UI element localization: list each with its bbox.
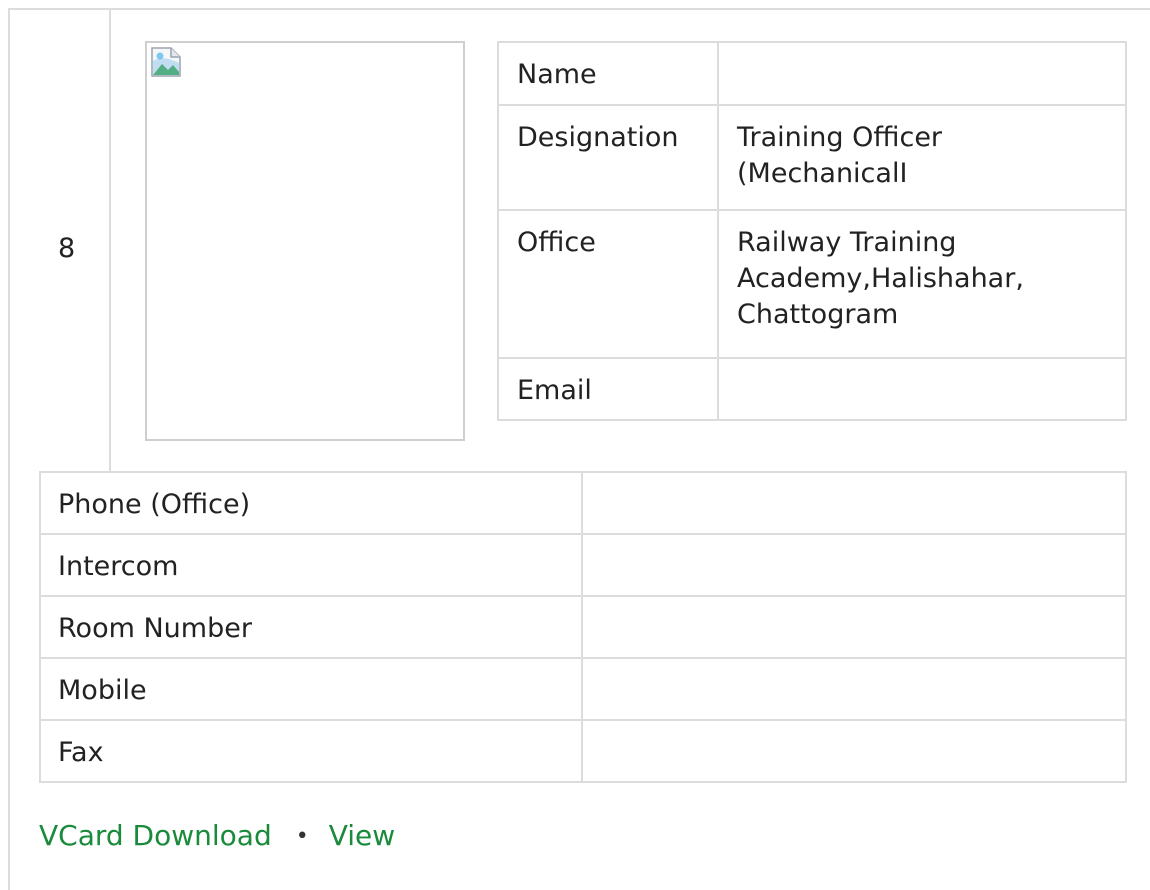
view-link[interactable]: View <box>329 819 395 852</box>
contact-table: Phone (Office) Intercom Room Number Mobi… <box>39 471 1127 783</box>
table-row: Mobile <box>39 657 1127 721</box>
profile-photo <box>145 41 465 441</box>
mobile-value <box>581 657 1127 721</box>
vcard-download-link[interactable]: VCard Download <box>39 819 272 852</box>
intercom-label: Intercom <box>39 533 583 597</box>
phone-office-value <box>581 471 1127 535</box>
phone-office-label: Phone (Office) <box>39 471 583 535</box>
link-separator: • <box>295 824 309 849</box>
table-row: Office Railway Training Academy,Halishah… <box>497 209 1127 359</box>
broken-image-icon <box>151 47 181 77</box>
name-value <box>717 41 1127 106</box>
office-label: Office <box>497 209 719 359</box>
table-row: Phone (Office) <box>39 471 1127 535</box>
index-cell: 8 <box>8 8 111 471</box>
room-number-label: Room Number <box>39 595 583 659</box>
footer-links: VCard Download • View <box>39 816 395 857</box>
record-index: 8 <box>58 233 76 264</box>
designation-value: Training Officer (MechanicalI <box>717 104 1127 211</box>
table-row: Intercom <box>39 533 1127 597</box>
table-row: Room Number <box>39 595 1127 659</box>
table-row: Email <box>497 357 1127 421</box>
fax-label: Fax <box>39 719 583 783</box>
room-number-value <box>581 595 1127 659</box>
table-row: Name <box>497 41 1127 106</box>
office-value: Railway Training Academy,Halishahar, Cha… <box>717 209 1127 359</box>
name-label: Name <box>497 41 719 106</box>
table-row: Fax <box>39 719 1127 783</box>
info-table: Name Designation Training Officer (Mecha… <box>497 41 1127 421</box>
fax-value <box>581 719 1127 783</box>
mobile-label: Mobile <box>39 657 583 721</box>
designation-label: Designation <box>497 104 719 211</box>
table-row: Designation Training Officer (Mechanical… <box>497 104 1127 211</box>
intercom-value <box>581 533 1127 597</box>
email-value[interactable] <box>717 357 1127 421</box>
email-label: Email <box>497 357 719 421</box>
